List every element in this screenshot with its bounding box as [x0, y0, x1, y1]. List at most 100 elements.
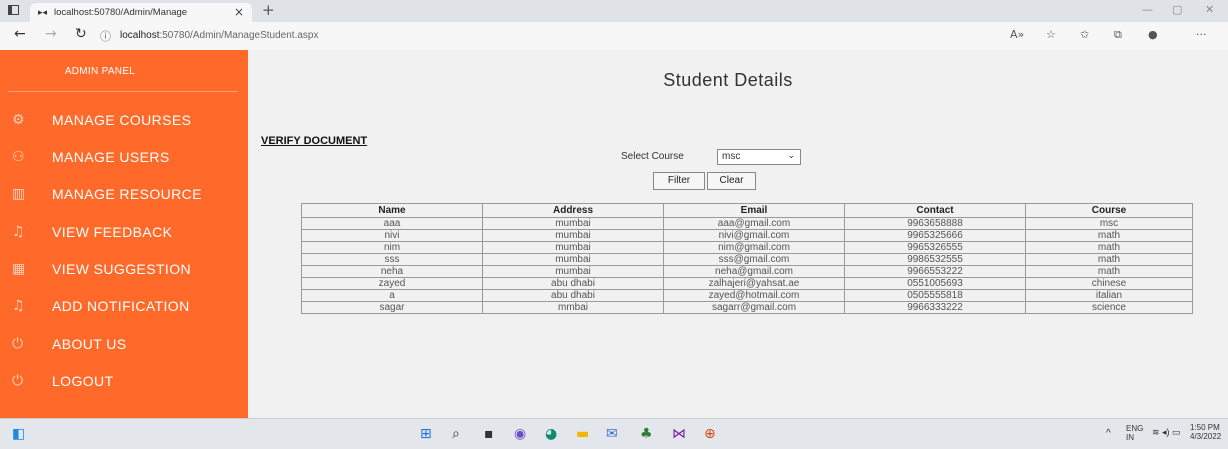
table-row: aaa mumbai aaa@gmail.com 9963658888 msc — [301, 217, 1193, 230]
widgets-icon[interactable]: ◧ — [12, 426, 25, 442]
grid-icon: ▦ — [12, 261, 26, 277]
mail-icon[interactable]: ✉ — [606, 426, 618, 442]
url-field[interactable]: localhost:50780/Admin/ManageStudent.aspx — [120, 30, 318, 41]
verify-document-link[interactable]: VERIFY DOCUMENT — [261, 135, 367, 147]
column-header: Address — [482, 203, 664, 218]
more-icon[interactable]: ··· — [1196, 28, 1207, 41]
url-path: :50780/Admin/ManageStudent.aspx — [159, 30, 319, 41]
table-cell: mumbai — [482, 229, 664, 242]
table-cell: msc — [1025, 217, 1193, 230]
sidebar-item-view-suggestion[interactable]: ▦ VIEW SUGGESTION — [0, 255, 248, 285]
table-cell: a — [301, 289, 483, 302]
sidebar-item-view-feedback[interactable]: ♫ VIEW FEEDBACK — [0, 218, 248, 248]
sidebar-item-manage-users[interactable]: ⚇ MANAGE USERS — [0, 143, 248, 173]
table-cell: science — [1025, 301, 1193, 314]
course-filter: Select Course msc ⌄ — [621, 149, 801, 165]
task-view-icon[interactable]: ▪ — [484, 426, 494, 442]
app2-icon[interactable]: ⊕ — [704, 426, 716, 442]
start-icon[interactable]: ⊞ — [420, 426, 432, 442]
sidebar-header: ADMIN PANEL — [64, 66, 136, 77]
wifi-icon[interactable]: ≋ ◂) ▭ — [1152, 427, 1181, 438]
table-header-row: Name Address Email Contact Course — [301, 203, 1193, 218]
tab-actions-icon[interactable] — [8, 5, 19, 15]
student-table: Name Address Email Contact Course aaa mum… — [301, 203, 1193, 314]
select-course-label: Select Course — [621, 151, 684, 162]
clock[interactable]: 1:50 PM 4/3/2022 — [1190, 423, 1221, 441]
column-header: Name — [301, 203, 483, 218]
sidebar-item-add-notification[interactable]: ♫ ADD NOTIFICATION — [0, 292, 248, 322]
read-aloud-icon[interactable]: A» — [1010, 28, 1024, 41]
close-tab-icon[interactable]: × — [234, 5, 244, 19]
table-cell: mumbai — [482, 217, 664, 230]
table-cell: neha@gmail.com — [663, 265, 845, 278]
clock-time: 1:50 PM — [1190, 423, 1220, 432]
gear-icon: ⚙ — [12, 112, 25, 128]
minimize-icon[interactable]: — — [1142, 3, 1153, 16]
page-title: Student Details — [663, 70, 793, 90]
clear-button[interactable]: Clear — [707, 172, 756, 190]
table-cell: mmbai — [482, 301, 664, 314]
table-cell: 9963658888 — [844, 217, 1026, 230]
bell-icon: ♫ — [12, 298, 25, 314]
collections-icon[interactable]: ⧉ — [1114, 28, 1122, 42]
table-cell: chinese — [1025, 277, 1193, 290]
sidebar-item-manage-resource[interactable]: ▥ MANAGE RESOURCE — [0, 180, 248, 210]
table-cell: nim@gmail.com — [663, 241, 845, 254]
lang-code: ENG — [1126, 424, 1144, 433]
back-icon[interactable]: ← — [14, 26, 26, 42]
favorites-icon[interactable]: ✩ — [1080, 28, 1089, 41]
browser-tab[interactable]: ▸◂ localhost:50780/Admin/Manage × — [30, 3, 252, 22]
table-cell: sss — [301, 253, 483, 266]
table-cell: sss@gmail.com — [663, 253, 845, 266]
sidebar-divider — [8, 91, 238, 92]
sidebar-item-label: VIEW SUGGESTION — [52, 261, 192, 277]
language-indicator[interactable]: ENG IN — [1126, 424, 1143, 442]
sidebar-item-manage-courses[interactable]: ⚙ MANAGE COURSES — [0, 106, 248, 136]
table-cell: 9966553222 — [844, 265, 1026, 278]
column-header: Email — [663, 203, 845, 218]
table-cell: zayed — [301, 277, 483, 290]
table-row: nim mumbai nim@gmail.com 9965326555 math — [301, 241, 1193, 254]
sidebar-item-about-us[interactable]: ⏻ ABOUT US — [0, 330, 248, 360]
chat-icon[interactable]: ◉ — [514, 426, 526, 442]
table-cell: sagar — [301, 301, 483, 314]
table-cell: neha — [301, 265, 483, 278]
main-content: Student Details VERIFY DOCUMENT Select C… — [248, 50, 1228, 418]
file-explorer-icon[interactable]: ▬ — [576, 426, 589, 442]
favorite-star-icon[interactable]: ☆ — [1046, 28, 1056, 41]
new-tab-icon[interactable]: + — [262, 1, 275, 19]
maximize-icon[interactable]: ▢ — [1172, 3, 1182, 16]
table-cell: aaa — [301, 217, 483, 230]
power-icon: ⏻ — [12, 336, 24, 352]
chevron-down-icon: ⌄ — [787, 150, 795, 160]
info-icon[interactable]: ⓘ — [100, 28, 111, 44]
app-icon[interactable]: ♣ — [640, 426, 653, 442]
table-cell: abu dhabi — [482, 277, 664, 290]
column-header: Contact — [844, 203, 1026, 218]
profile-icon[interactable]: ● — [1148, 28, 1158, 41]
filter-button[interactable]: Filter — [653, 172, 705, 190]
search-icon[interactable]: ⌕ — [452, 426, 460, 442]
table-cell: aaa@gmail.com — [663, 217, 845, 230]
sidebar-item-logout[interactable]: ⏻ LOGOUT — [0, 367, 248, 397]
table-row: neha mumbai neha@gmail.com 9966553222 math — [301, 265, 1193, 278]
close-window-icon[interactable]: ✕ — [1205, 3, 1214, 16]
table-row: zayed abu dhabi zalhajeri@yahsat.ae 0551005… — [301, 277, 1193, 290]
table-cell: 9965325666 — [844, 229, 1026, 242]
course-select[interactable]: msc ⌄ — [717, 149, 801, 165]
table-cell: nivi — [301, 229, 483, 242]
table-cell: math — [1025, 265, 1193, 278]
table-cell: mumbai — [482, 253, 664, 266]
refresh-icon[interactable]: ↻ — [75, 26, 87, 42]
table-cell: italian — [1025, 289, 1193, 302]
table-cell: math — [1025, 253, 1193, 266]
visual-studio-icon[interactable]: ⋈ — [672, 426, 686, 442]
tray-overflow-icon[interactable]: ^ — [1106, 428, 1111, 439]
forward-icon[interactable]: → — [45, 26, 57, 42]
tab-title: localhost:50780/Admin/Manage — [54, 7, 188, 18]
table-cell: zayed@hotmail.com — [663, 289, 845, 302]
edge-icon[interactable]: ◕ — [545, 426, 557, 442]
table-cell: math — [1025, 229, 1193, 242]
table-cell: 0551005693 — [844, 277, 1026, 290]
column-header: Course — [1025, 203, 1193, 218]
